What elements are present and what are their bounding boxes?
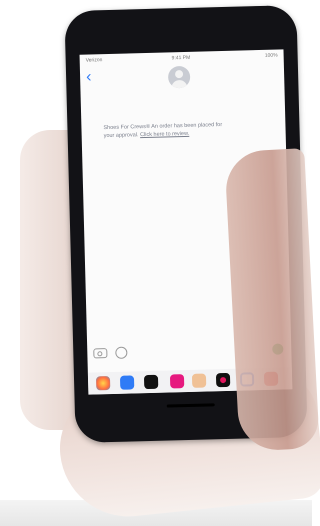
message-body: Shoes For Crews® An order has been place… xyxy=(103,121,233,140)
avatar-head xyxy=(174,70,184,79)
digital-touch-app-icon[interactable] xyxy=(215,372,231,388)
app-store-app-icon[interactable] xyxy=(119,375,135,390)
conversation-header: ‹ xyxy=(80,61,285,96)
battery-indicator: 100% xyxy=(264,52,278,59)
back-chevron-icon[interactable]: ‹ xyxy=(86,66,92,88)
right-hand-fingers xyxy=(224,148,320,452)
apple-pay-app-icon[interactable] xyxy=(143,374,159,390)
photos-app-icon[interactable] xyxy=(95,376,111,391)
contact-avatar[interactable] xyxy=(167,65,191,89)
pink-app-icon[interactable] xyxy=(169,374,185,389)
avatar-body xyxy=(171,79,188,89)
home-indicator xyxy=(166,403,215,408)
app-store-icon[interactable] xyxy=(115,346,128,359)
review-link[interactable]: Click here to review. xyxy=(140,131,189,138)
memoji-app-icon[interactable] xyxy=(191,373,207,388)
status-time: 9:41 PM xyxy=(171,54,191,62)
carrier-label: Verizon xyxy=(85,57,103,64)
camera-icon[interactable] xyxy=(93,348,108,359)
